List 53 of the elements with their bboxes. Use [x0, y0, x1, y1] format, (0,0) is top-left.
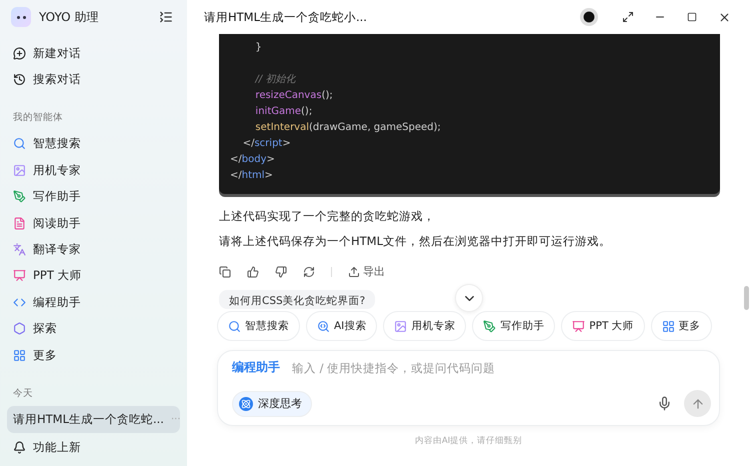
logo-icon: [11, 7, 31, 27]
suggestion-chip[interactable]: 如何用CSS美化贪吃蛇界面?: [219, 290, 376, 309]
agent-chip[interactable]: AI搜索: [306, 311, 378, 341]
refresh-icon[interactable]: [303, 266, 315, 278]
sidebar-item[interactable]: 翻译专家: [7, 236, 180, 263]
sidebar-item[interactable]: PPT 大师: [7, 262, 180, 290]
copy-icon[interactable]: [219, 266, 231, 278]
code-line: // 初始化: [254, 72, 296, 87]
code-line: setInterval(drawGame, gameSpeed);: [254, 121, 441, 135]
code-line: </body>: [230, 153, 275, 167]
atom-icon: [241, 398, 251, 408]
new-chat-icon: [13, 46, 26, 60]
code-line: resizeCanvas();: [254, 89, 333, 103]
chat-title: 请用HTML生成一个贪吃蛇小...: [204, 10, 368, 24]
scrollbar: [744, 286, 749, 310]
agent-chip[interactable]: 更多: [650, 311, 712, 341]
send-button[interactable]: [684, 390, 711, 417]
sidebar-item[interactable]: 写作助手: [7, 184, 180, 210]
agent-chip[interactable]: 写作助手: [472, 311, 556, 341]
code-line: </html>: [230, 169, 273, 183]
code-line: }: [254, 41, 262, 55]
agent-chip[interactable]: 智慧搜索: [217, 311, 300, 341]
app-name: YOYO 助理: [39, 8, 100, 26]
code-line: </script>: [242, 137, 291, 151]
agent-tag: 编程助手: [232, 359, 280, 376]
code-line: initGame();: [254, 105, 312, 119]
answer-text: 请将上述代码保存为一个HTML文件，然后在浏览器中打开即可运行游戏。: [219, 233, 612, 250]
upload-icon: [348, 266, 360, 278]
answer-text: 上述代码实现了一个完整的贪吃蛇游戏，: [219, 208, 436, 225]
sidebar-item[interactable]: 搜索对话: [7, 66, 180, 93]
scroll-down-button[interactable]: [455, 284, 483, 312]
export-button[interactable]: 导出: [348, 264, 385, 279]
avatar-icon[interactable]: [580, 8, 598, 26]
microphone-icon[interactable]: [657, 396, 672, 411]
section-heading: 我的智能体: [12, 111, 64, 126]
thumbs-up-icon[interactable]: [247, 266, 259, 278]
sidebar-item[interactable]: 用机专家: [7, 157, 180, 184]
history-item[interactable]: 请用HTML生成一个贪吃蛇... ···: [7, 406, 180, 433]
deep-think-button[interactable]: 深度思考: [232, 390, 312, 416]
history-icon: [13, 73, 26, 86]
sidebar-item[interactable]: 智慧搜索: [7, 130, 180, 158]
disclaimer-text: 内容由AI提供，请仔细甄别: [414, 435, 524, 447]
section-heading: 今天: [12, 386, 34, 401]
agent-chip[interactable]: PPT 大师: [561, 311, 645, 341]
bell-icon: [13, 441, 26, 454]
sidebar-item[interactable]: 编程助手: [7, 289, 180, 316]
sidebar-item[interactable]: 阅读助手: [7, 210, 180, 236]
thumbs-down-icon[interactable]: [275, 266, 287, 278]
agent-chip[interactable]: 用机专家: [383, 311, 466, 341]
sidebar-item[interactable]: 新建对话: [7, 40, 180, 66]
sidebar-item[interactable]: 功能上新: [7, 434, 180, 462]
sidebar-item[interactable]: 更多: [7, 342, 180, 368]
sidebar-item[interactable]: 探索: [7, 316, 180, 342]
